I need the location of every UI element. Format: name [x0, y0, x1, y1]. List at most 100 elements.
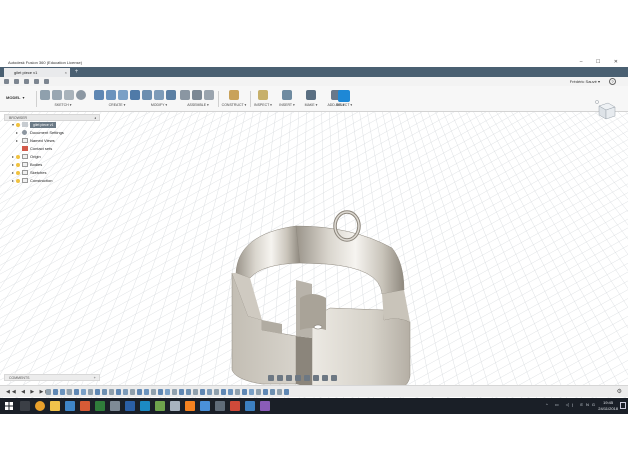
select-menu[interactable]: SELECT ▾ [334, 103, 354, 107]
redo-icon[interactable] [44, 79, 49, 84]
search-icon[interactable] [20, 401, 30, 411]
insert-group[interactable]: INSERT ▾ [276, 90, 298, 110]
timeline-feature[interactable] [263, 389, 268, 395]
pan-icon[interactable] [286, 374, 292, 381]
chrome-icon[interactable] [35, 401, 45, 411]
timeline-feature[interactable] [221, 389, 226, 395]
comments-panel[interactable]: COMMENTS + [4, 374, 100, 381]
grid-settings-icon[interactable] [322, 374, 328, 381]
timeline-feature[interactable] [214, 389, 219, 395]
modify-menu[interactable]: MODIFY ▾ [142, 103, 176, 107]
collapse-panel-icon[interactable]: ◂ [94, 116, 96, 120]
timeline-feature[interactable] [130, 389, 135, 395]
press-pull-icon[interactable] [142, 90, 152, 100]
timeline-feature[interactable] [179, 389, 184, 395]
expand-icon[interactable]: ▸ [16, 137, 18, 145]
timeline-feature[interactable] [53, 389, 58, 395]
timeline-feature[interactable] [172, 389, 177, 395]
system-tray[interactable]: ^ ▭ ◁) ENG [546, 402, 598, 407]
expand-icon[interactable]: ▸ [12, 169, 14, 177]
word-icon[interactable] [125, 401, 135, 411]
browser-item-contact-sets[interactable]: Contact sets [4, 145, 100, 153]
new-component-icon[interactable] [180, 90, 190, 100]
file-menu-icon[interactable] [14, 79, 19, 84]
timeline-feature[interactable] [151, 389, 156, 395]
browser-item-named-views[interactable]: ▸ Named Views [4, 137, 100, 145]
timeline-feature[interactable] [270, 389, 275, 395]
timeline-feature[interactable] [95, 389, 100, 395]
browser-item-origin[interactable]: ▸ Origin [4, 153, 100, 161]
app-icon[interactable] [140, 401, 150, 411]
revolve-icon[interactable] [106, 90, 116, 100]
browser-item-document-settings[interactable]: ▸ Document Settings [4, 129, 100, 137]
gilet-piece-body[interactable] [231, 210, 411, 393]
timeline-feature[interactable] [116, 389, 121, 395]
rectangle-icon[interactable] [64, 90, 74, 100]
root-component-label[interactable]: gilet piece v1 [30, 122, 57, 128]
construct-menu[interactable]: CONSTRUCT ▾ [220, 103, 248, 107]
app-icon[interactable] [155, 401, 165, 411]
timeline-feature[interactable] [277, 389, 282, 395]
make-menu[interactable]: MAKE ▾ [300, 103, 322, 107]
timeline-feature[interactable] [249, 389, 254, 395]
assemble-menu[interactable]: ASSEMBLE ▾ [180, 103, 216, 107]
display-settings-icon[interactable] [313, 374, 319, 381]
sketch-menu[interactable]: SKETCH ▾ [40, 103, 86, 107]
fusion-360-icon[interactable] [185, 401, 195, 411]
timeline-feature[interactable] [81, 389, 86, 395]
app-icon[interactable] [200, 401, 210, 411]
viewports-icon[interactable] [331, 374, 337, 381]
modify-group[interactable]: MODIFY ▾ [142, 90, 176, 110]
windows-start-icon[interactable] [5, 402, 13, 410]
new-tab-button[interactable]: + [73, 69, 80, 76]
timeline-feature[interactable] [144, 389, 149, 395]
hole-icon[interactable] [118, 90, 128, 100]
undo-icon[interactable] [34, 79, 39, 84]
select-cursor-icon[interactable] [338, 90, 350, 102]
joint-icon[interactable] [192, 90, 202, 100]
timeline-feature[interactable] [284, 389, 289, 395]
app-icon[interactable] [110, 401, 120, 411]
as-built-joint-icon[interactable] [204, 90, 214, 100]
timeline-feature[interactable] [123, 389, 128, 395]
fillet-icon[interactable] [154, 90, 164, 100]
expand-icon[interactable]: ▾ [12, 121, 14, 129]
inspect-menu[interactable]: INSPECT ▾ [252, 103, 274, 107]
tab-gilet-piece[interactable]: gilet piece v1 × [4, 68, 70, 77]
timeline-feature[interactable] [228, 389, 233, 395]
visibility-bulb-icon[interactable] [16, 155, 20, 159]
data-panel-icon[interactable] [4, 79, 9, 84]
browser-item-construction[interactable]: ▸ Construction [4, 177, 100, 185]
make-group[interactable]: MAKE ▾ [300, 90, 322, 110]
insert-menu[interactable]: INSERT ▾ [276, 103, 298, 107]
look-at-icon[interactable] [277, 374, 283, 381]
workspace-switcher[interactable]: MODEL ▾ [6, 95, 24, 100]
box-icon[interactable] [130, 90, 140, 100]
timeline-feature[interactable] [67, 389, 72, 395]
timeline-feature[interactable] [235, 389, 240, 395]
powerpoint-icon[interactable] [80, 401, 90, 411]
app-icon[interactable] [260, 401, 270, 411]
app-icon[interactable] [230, 401, 240, 411]
expand-icon[interactable]: ▸ [12, 153, 14, 161]
close-tab-icon[interactable]: × [65, 70, 67, 75]
timeline-feature[interactable] [158, 389, 163, 395]
store-icon[interactable] [65, 401, 75, 411]
timeline-feature[interactable] [109, 389, 114, 395]
visibility-bulb-icon[interactable] [16, 123, 20, 127]
timeline-feature[interactable] [60, 389, 65, 395]
circle-icon[interactable] [76, 90, 86, 100]
browser-item-bodies[interactable]: ▸ Bodies [4, 161, 100, 169]
save-icon[interactable] [24, 79, 29, 84]
measure-icon[interactable] [258, 90, 268, 100]
app-icon[interactable] [245, 401, 255, 411]
timeline-feature[interactable] [165, 389, 170, 395]
timeline-feature[interactable] [102, 389, 107, 395]
construct-group[interactable]: CONSTRUCT ▾ [220, 90, 248, 110]
clock[interactable]: 19:45 24/11/2018 [598, 400, 618, 412]
action-center-icon[interactable] [620, 402, 626, 409]
file-explorer-icon[interactable] [50, 401, 60, 411]
timeline-feature[interactable] [137, 389, 142, 395]
timeline-feature[interactable] [242, 389, 247, 395]
create-menu[interactable]: CREATE ▾ [94, 103, 140, 107]
